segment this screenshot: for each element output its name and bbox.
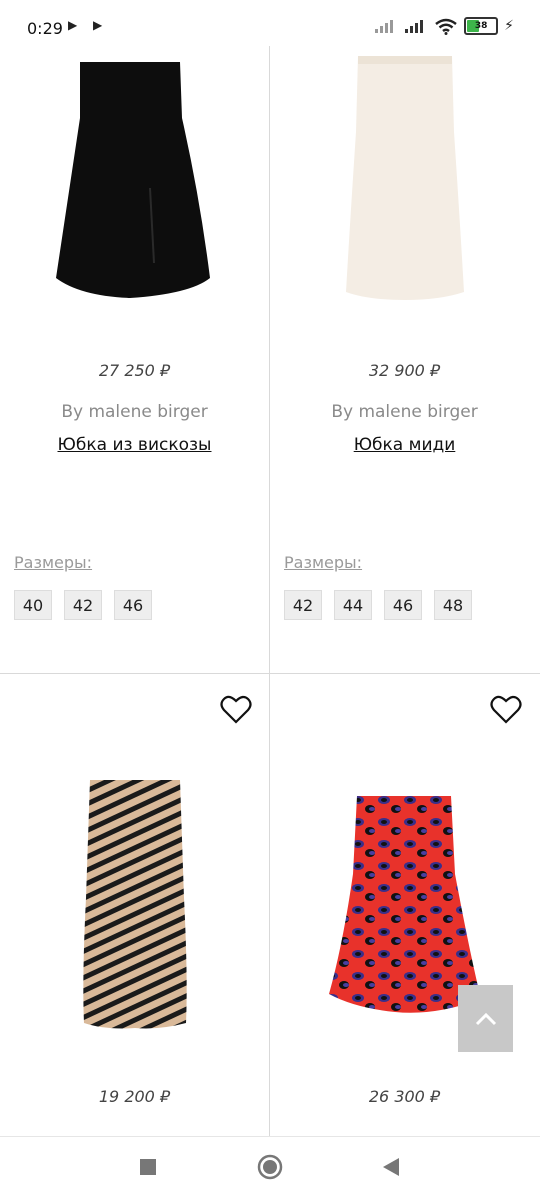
- favorite-heart-icon[interactable]: [220, 694, 252, 724]
- product-brand: By malene birger: [61, 402, 208, 422]
- size-chip[interactable]: 46: [384, 590, 422, 620]
- signal-icon: [405, 20, 424, 33]
- wifi-icon: [435, 18, 457, 35]
- status-bar: 0:29 ▶ ▶ 38 ⚡: [0, 0, 540, 46]
- back-triangle-icon[interactable]: [381, 1157, 401, 1181]
- product-image[interactable]: [0, 58, 269, 303]
- sizes-label: Размеры:: [14, 553, 93, 572]
- play-notification-icon: ▶: [68, 18, 78, 32]
- size-chip[interactable]: 44: [334, 590, 372, 620]
- sizes-label: Размеры:: [284, 553, 363, 572]
- product-image[interactable]: [0, 778, 269, 1033]
- chevron-up-icon: [475, 1012, 496, 1025]
- system-nav-bar: [0, 1136, 540, 1201]
- charging-icon: ⚡: [504, 18, 514, 34]
- status-time: 0:29: [27, 19, 63, 38]
- size-chip[interactable]: 46: [114, 590, 152, 620]
- battery-level: 38: [474, 21, 488, 31]
- product-price: 26 300 ₽: [368, 1087, 441, 1106]
- size-chip[interactable]: 42: [284, 590, 322, 620]
- recents-square-icon[interactable]: [139, 1158, 157, 1180]
- status-icons: 38 ⚡: [374, 17, 514, 35]
- size-chip[interactable]: 48: [434, 590, 472, 620]
- size-chip[interactable]: 40: [14, 590, 52, 620]
- home-circle-icon[interactable]: [257, 1154, 283, 1184]
- product-card[interactable]: 26 300 ₽: [270, 674, 539, 1136]
- signal-icon: [375, 20, 394, 33]
- size-list: 40 42 46: [14, 590, 152, 620]
- product-title[interactable]: Юбка миди: [270, 435, 539, 455]
- product-card[interactable]: 19 200 ₽: [0, 674, 269, 1136]
- product-card[interactable]: 32 900 ₽ By malene birger Юбка миди Разм…: [270, 0, 539, 673]
- scroll-to-top-button[interactable]: [458, 985, 513, 1052]
- size-chip[interactable]: 42: [64, 590, 102, 620]
- product-image[interactable]: [270, 52, 539, 302]
- product-card[interactable]: 27 250 ₽ By malene birger Юбка из вискоз…: [0, 0, 269, 673]
- size-list: 42 44 46 48: [284, 590, 472, 620]
- product-price: 27 250 ₽: [98, 361, 171, 380]
- product-price: 19 200 ₽: [98, 1087, 171, 1106]
- product-title[interactable]: Юбка из вискозы: [0, 435, 269, 455]
- product-brand: By malene birger: [331, 402, 478, 422]
- play-notification-icon: ▶: [93, 18, 103, 32]
- favorite-heart-icon[interactable]: [490, 694, 522, 724]
- product-price: 32 900 ₽: [368, 361, 441, 380]
- battery-icon: 38: [464, 17, 499, 35]
